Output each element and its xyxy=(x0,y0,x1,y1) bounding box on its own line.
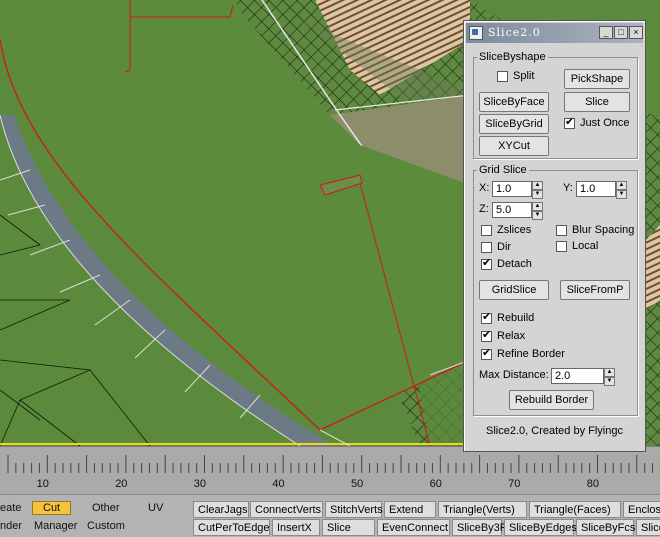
slice-from-p-button[interactable]: SliceFromP xyxy=(560,280,630,300)
checkmark-icon: ✔ xyxy=(482,257,492,269)
grid-slice-label: Grid Slice xyxy=(479,164,527,176)
zslices-checkbox[interactable] xyxy=(481,225,492,236)
spin-up-icon[interactable]: ▲ xyxy=(532,181,543,190)
tool-button-triangle-faces-[interactable]: Triangle(Faces) xyxy=(529,501,621,518)
ruler-label: 40 xyxy=(272,478,285,490)
y-spinner[interactable]: 1.0 ▲ ▼ xyxy=(576,181,627,199)
tab-custom[interactable]: Custom xyxy=(87,520,125,532)
zslices-label: Zslices xyxy=(497,224,532,236)
dialog-title: Slice2.0 xyxy=(488,26,541,39)
split-label: Split xyxy=(513,70,535,82)
split-checkbox[interactable] xyxy=(497,71,508,82)
spin-down-icon[interactable]: ▼ xyxy=(604,377,615,386)
tab-create[interactable]: eate xyxy=(0,502,21,514)
checkmark-icon: ✔ xyxy=(482,329,492,341)
slice-dialog: Slice2.0 _ □ × SliceByshape Split PickSh… xyxy=(463,20,646,452)
slice-by-grid-button[interactable]: SliceByGrid xyxy=(479,114,549,134)
max-distance-value: 2.0 xyxy=(555,370,571,382)
tool-button-connectverts[interactable]: ConnectVerts xyxy=(250,501,323,518)
tool-button-evenconnect[interactable]: EvenConnect xyxy=(377,519,450,536)
refine-border-checkbox[interactable]: ✔ xyxy=(481,347,492,360)
spin-down-icon[interactable]: ▼ xyxy=(532,190,543,199)
tab-manager[interactable]: Manager xyxy=(34,520,77,532)
tool-button-extend[interactable]: Extend xyxy=(384,501,436,518)
z-label: Z: xyxy=(479,203,489,215)
x-label: X: xyxy=(479,182,490,194)
pick-shape-button[interactable]: PickShape xyxy=(564,69,630,89)
relax-label: Relax xyxy=(497,330,526,342)
ruler-label: 70 xyxy=(508,478,521,490)
detach-checkbox[interactable]: ✔ xyxy=(481,257,492,270)
credit-text: Slice2.0, Created by Flyingc xyxy=(486,425,623,437)
y-value: 1.0 xyxy=(580,183,596,195)
local-label: Local xyxy=(572,240,599,252)
dir-label: Dir xyxy=(497,241,512,253)
x-spinner[interactable]: 1.0 ▲ ▼ xyxy=(492,181,543,199)
app-icon xyxy=(469,26,483,40)
x-value: 1.0 xyxy=(496,183,512,195)
spin-up-icon[interactable]: ▲ xyxy=(604,368,615,377)
spin-up-icon[interactable]: ▲ xyxy=(616,181,627,190)
tool-button-clearjags[interactable]: ClearJags xyxy=(193,501,249,518)
tool-button-sliceby3p[interactable]: SliceBy3P xyxy=(452,519,507,536)
ruler-label: 60 xyxy=(429,478,442,490)
z-value: 5.0 xyxy=(496,204,512,216)
minimize-button[interactable]: _ xyxy=(599,26,613,39)
tab-uv[interactable]: UV xyxy=(148,502,163,514)
max-distance-spinner[interactable]: 2.0 ▲ ▼ xyxy=(551,368,615,386)
tool-button-slicebyfcs[interactable]: SliceByFcs xyxy=(576,519,635,536)
tool-button-cutpertoedge[interactable]: CutPerToEdge xyxy=(193,519,270,536)
tool-button-slice[interactable]: Slice xyxy=(322,519,375,536)
tool-button-triangle-verts-[interactable]: Triangle(Verts) xyxy=(438,501,527,518)
spin-down-icon[interactable]: ▼ xyxy=(616,190,627,199)
tab-render[interactable]: nder xyxy=(0,520,22,532)
tab-cut[interactable]: Cut xyxy=(32,501,72,515)
blur-spacing-label: Blur Spacing xyxy=(572,224,635,236)
spin-down-icon[interactable]: ▼ xyxy=(532,211,543,220)
slice-by-shape-label: SliceByshape xyxy=(479,51,546,63)
restore-button[interactable]: □ xyxy=(614,26,628,39)
ruler-label: 80 xyxy=(586,478,600,490)
max-distance-label: Max Distance: xyxy=(479,369,549,381)
rebuild-border-button[interactable]: Rebuild Border xyxy=(509,390,594,410)
checkmark-icon: ✔ xyxy=(565,116,575,128)
ruler-label: 10 xyxy=(36,478,49,490)
dir-checkbox[interactable] xyxy=(481,242,492,253)
time-ruler[interactable]: 102030405060708090 xyxy=(0,446,660,495)
refine-border-label: Refine Border xyxy=(497,348,565,360)
relax-checkbox[interactable]: ✔ xyxy=(481,329,492,342)
tool-button-insertx[interactable]: InsertX xyxy=(272,519,320,536)
z-spinner[interactable]: 5.0 ▲ ▼ xyxy=(492,202,543,220)
detach-label: Detach xyxy=(497,258,532,270)
slice-button[interactable]: Slice xyxy=(564,92,630,112)
y-label: Y: xyxy=(563,182,573,194)
tab-other[interactable]: Other xyxy=(92,502,120,514)
ruler-label: 30 xyxy=(193,478,207,490)
blur-spacing-checkbox[interactable] xyxy=(556,225,567,236)
rebuild-checkbox[interactable]: ✔ xyxy=(481,311,492,324)
checkmark-icon: ✔ xyxy=(482,347,492,359)
tool-button-enclose[interactable]: Enclose xyxy=(623,501,660,518)
checkmark-icon: ✔ xyxy=(482,311,492,323)
tool-button-slicebyedges[interactable]: SliceByEdges xyxy=(504,519,577,536)
spin-up-icon[interactable]: ▲ xyxy=(532,202,543,211)
grid-slice-button[interactable]: GridSlice xyxy=(479,280,549,300)
slice-by-face-button[interactable]: SliceByFace xyxy=(479,92,549,112)
ruler-label: 50 xyxy=(351,478,364,490)
local-checkbox[interactable] xyxy=(556,241,567,252)
just-once-checkbox[interactable]: ✔ xyxy=(564,116,575,129)
dialog-titlebar[interactable]: Slice2.0 _ □ × xyxy=(466,23,643,43)
tool-button-stitchverts[interactable]: StitchVerts xyxy=(325,501,383,518)
rebuild-label: Rebuild xyxy=(497,312,535,324)
ruler-label: 20 xyxy=(115,478,128,490)
just-once-label: Just Once xyxy=(580,117,630,129)
bottom-toolbar: eate Cut Other UV nder Manager Custom Cl… xyxy=(0,494,660,537)
xy-cut-button[interactable]: XYCut xyxy=(479,136,549,156)
tool-button-slice[interactable]: Slice xyxy=(636,519,660,536)
close-button[interactable]: × xyxy=(629,26,643,39)
